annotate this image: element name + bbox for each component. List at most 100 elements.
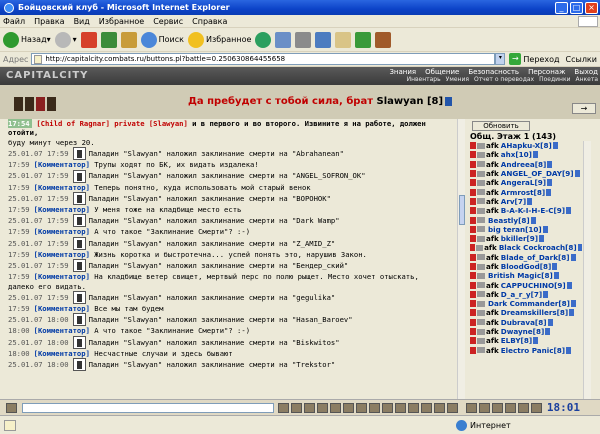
online-user[interactable]: afk BloodGod[8]	[470, 262, 582, 271]
settings-icon[interactable]	[330, 403, 341, 413]
chat-mode-icon[interactable]	[6, 403, 17, 413]
private-message-icon[interactable]	[470, 151, 476, 159]
chat-author[interactable]: [Комментатор]	[34, 349, 90, 358]
user-name[interactable]: Electro Panic[8]	[501, 346, 565, 355]
user-info-icon[interactable]	[532, 151, 538, 159]
private-message-icon[interactable]	[470, 244, 476, 252]
user-name[interactable]: Arv[7]	[501, 197, 526, 206]
send-icon[interactable]	[278, 403, 289, 413]
user-name[interactable]: B-A-K-I-H-E-C[9]	[501, 206, 565, 215]
private-message-icon[interactable]	[470, 272, 476, 280]
private-message-icon[interactable]	[470, 290, 476, 298]
private-message-icon[interactable]	[470, 328, 476, 336]
trap-icon[interactable]	[505, 403, 516, 413]
chat-scrollbar[interactable]	[457, 119, 465, 399]
stop-icon[interactable]	[80, 31, 97, 48]
user-info-icon[interactable]	[569, 309, 575, 317]
online-user[interactable]: afk bkiller[9]	[470, 234, 582, 243]
online-user[interactable]: afk B-A-K-I-H-E-C[9]	[470, 206, 582, 215]
user-name[interactable]: CAPPUCHINO[9]	[501, 281, 566, 290]
private-message-icon[interactable]	[470, 337, 476, 345]
user-info-icon[interactable]	[566, 346, 572, 354]
chat-author[interactable]: [Комментатор]	[34, 250, 90, 259]
history-icon[interactable]	[255, 31, 272, 48]
user-info-icon[interactable]	[570, 253, 576, 261]
user-info-icon[interactable]	[546, 188, 552, 196]
user-info-icon[interactable]	[543, 290, 549, 298]
chat-author[interactable]: [Комментатор]	[34, 304, 90, 313]
user-name[interactable]: Dreamskillers[8]	[501, 308, 568, 317]
online-user[interactable]: afk Black Cockroach[8]	[470, 243, 582, 252]
user-info-icon[interactable]	[539, 235, 545, 243]
private-message-icon[interactable]	[470, 179, 476, 187]
user-name[interactable]: D_a_r_y[7]	[501, 290, 542, 299]
user-name[interactable]: Beastly[8]	[488, 216, 530, 225]
online-user[interactable]: afk Andreea[8]	[470, 160, 582, 169]
filter-icon[interactable]	[317, 403, 328, 413]
user-name[interactable]: big teran[10]	[488, 225, 542, 234]
user-name[interactable]: AHapku-X[8]	[501, 141, 552, 150]
research-icon[interactable]	[375, 31, 392, 48]
nav-inventory[interactable]: Инвентарь	[407, 76, 441, 83]
user-info-icon[interactable]	[552, 263, 558, 270]
online-user[interactable]: afk ANGEL_OF_DAY[9]	[470, 169, 582, 178]
user-name[interactable]: Blade_of_Dark[8]	[501, 253, 570, 262]
exit-icon[interactable]	[447, 403, 458, 413]
user-info-icon[interactable]	[570, 300, 576, 308]
menu-favorites[interactable]: Избранное	[99, 17, 144, 26]
nav-knowledge[interactable]: Знания	[389, 68, 416, 76]
menu-tools[interactable]: Сервис	[153, 17, 183, 26]
refresh-icon[interactable]	[100, 31, 117, 48]
nav-transfers[interactable]: Отчет о переводах	[474, 76, 534, 83]
address-input[interactable]: http://capitalcity.combats.ru/buttons.pl…	[31, 53, 496, 65]
user-info-icon[interactable]	[545, 328, 551, 336]
online-user[interactable]: afk Dwayne[8]	[470, 327, 582, 336]
user-info-icon[interactable]	[553, 272, 559, 280]
mail-game-icon[interactable]	[421, 403, 432, 413]
user-name[interactable]: Armrost[8]	[501, 188, 545, 197]
user-info-icon[interactable]	[547, 179, 553, 187]
online-user[interactable]: afk CAPPUCHINO[9]	[470, 280, 582, 290]
private-message-icon[interactable]	[470, 142, 476, 150]
back-button[interactable]: Назад ▾	[3, 31, 51, 48]
scroll-thumb[interactable]	[459, 195, 465, 225]
buff-icon[interactable]	[492, 403, 503, 413]
private-message-icon[interactable]	[470, 235, 476, 243]
nav-security[interactable]: Безопасность	[468, 68, 519, 76]
clear-icon[interactable]	[304, 403, 315, 413]
shop-icon[interactable]	[382, 403, 393, 413]
private-message-icon[interactable]	[470, 318, 476, 326]
user-info-icon[interactable]	[574, 170, 580, 178]
emoticon-icon[interactable]	[291, 403, 302, 413]
private-message-icon[interactable]	[470, 207, 476, 215]
user-name[interactable]: ELBY[8]	[501, 336, 532, 345]
user-name[interactable]: Dark Commander[8]	[488, 299, 570, 308]
private-message-icon[interactable]	[470, 216, 476, 224]
chat-author[interactable]: [Комментатор]	[34, 160, 90, 169]
nav-battles[interactable]: Поединки	[539, 76, 570, 83]
inventory-icon[interactable]	[343, 403, 354, 413]
player-name[interactable]: Slawyan [8]	[377, 96, 444, 107]
user-info-icon[interactable]	[533, 337, 539, 345]
nav-profile[interactable]: Анкета	[575, 76, 598, 83]
online-user[interactable]: Dark Commander[8]	[470, 299, 582, 308]
online-user[interactable]: afk AHapku-X[8]	[470, 141, 582, 150]
help-icon[interactable]	[434, 403, 445, 413]
edit-icon[interactable]	[315, 31, 332, 48]
online-user[interactable]: British Magic[8]	[470, 271, 582, 280]
potion-slot-icon[interactable]	[518, 403, 529, 413]
user-info-icon[interactable]	[527, 197, 533, 205]
user-name[interactable]: Andreea[8]	[501, 160, 547, 169]
online-user[interactable]: afk Blade_of_Dark[8]	[470, 253, 582, 262]
chat-author[interactable]: [Комментатор]	[34, 326, 90, 335]
private-message-icon[interactable]	[470, 346, 476, 354]
maximize-button[interactable]: □	[570, 1, 583, 14]
user-info-icon[interactable]	[547, 318, 553, 326]
refresh-button[interactable]: Обновить	[472, 121, 530, 131]
chat-author[interactable]: [Комментатор]	[34, 205, 90, 214]
chat-author[interactable]: [Комментатор]	[34, 227, 90, 236]
chat-author[interactable]: [Комментатор]	[34, 272, 90, 281]
nav-skills[interactable]: Умения	[446, 76, 469, 83]
menu-edit[interactable]: Правка	[34, 17, 64, 26]
quest-icon[interactable]	[395, 403, 406, 413]
